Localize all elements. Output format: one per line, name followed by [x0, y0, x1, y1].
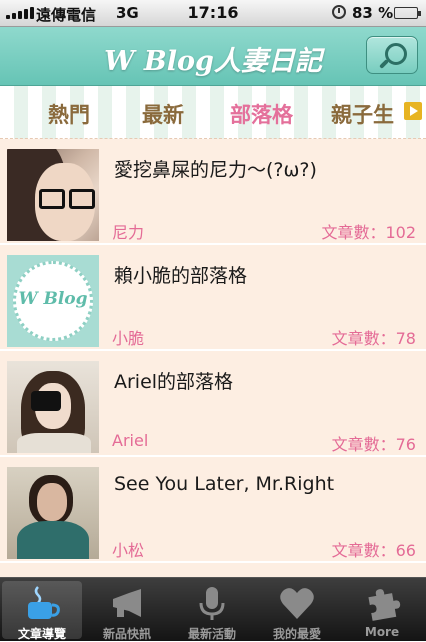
tabbar-more[interactable]: More [342, 581, 422, 639]
tabbar-label: 最新活動 [187, 627, 236, 641]
article-count: 文章數：102 [321, 223, 416, 242]
heart-icon [277, 585, 317, 623]
blog-list[interactable]: 愛挖鼻屎的尼力～(?ω?) 尼力 文章數：102 W Blog 賴小脆的部落格 … [0, 139, 426, 577]
thumbnail-logo-text: W Blog [18, 289, 88, 309]
blog-title: Ariel的部落格 [114, 371, 234, 393]
tabbar-article-guide[interactable]: 文章導覽 [2, 581, 82, 641]
battery-icon [394, 7, 421, 19]
blog-author: Ariel [112, 431, 149, 450]
microphone-icon [192, 585, 232, 623]
tabbar-label: 新品快訊 [102, 627, 151, 641]
blog-author: 小脆 [112, 329, 145, 348]
alarm-clock-icon [332, 5, 346, 19]
list-item[interactable]: 愛挖鼻屎的尼力～(?ω?) 尼力 文章數：102 [0, 139, 426, 245]
article-count: 文章數：78 [331, 329, 416, 348]
tabbar-new-products[interactable]: 新品快訊 [87, 581, 167, 641]
blog-author: 尼力 [112, 223, 145, 242]
tab-parenting[interactable]: 親子生 [331, 99, 394, 129]
blog-title: 賴小脆的部落格 [114, 265, 248, 287]
cup-icon [22, 585, 62, 623]
blog-author: 小松 [112, 541, 145, 560]
tab-hot[interactable]: 熱門 [48, 99, 90, 129]
category-tabs: 熱門 最新 部落格 親子生 [0, 86, 426, 139]
scroll-right-arrow-icon[interactable] [404, 102, 422, 120]
puzzle-icon [362, 585, 402, 623]
tabbar-label: More [364, 625, 400, 639]
tabbar-events[interactable]: 最新活動 [172, 581, 252, 641]
battery-percent: 83 % [352, 4, 394, 22]
megaphone-icon [107, 585, 147, 623]
status-bar: 遠傳電信 3G 17:16 83 % [0, 0, 426, 27]
tab-latest[interactable]: 最新 [142, 99, 184, 129]
tabbar-label: 我的最愛 [272, 627, 321, 641]
list-item[interactable]: W Blog 賴小脆的部落格 小脆 文章數：78 [0, 245, 426, 351]
blog-thumbnail [7, 467, 99, 559]
blog-thumbnail [7, 361, 99, 453]
app-title: W Blog人妻日記 [104, 46, 322, 77]
blog-thumbnail [7, 149, 99, 241]
list-item[interactable]: See You Later, Mr.Right 小松 文章數：66 [0, 457, 426, 563]
list-item[interactable]: Ariel的部落格 Ariel 文章數：76 [0, 351, 426, 457]
blog-title: See You Later, Mr.Right [114, 473, 335, 495]
tab-blog[interactable]: 部落格 [230, 99, 293, 129]
article-count: 文章數：76 [331, 435, 416, 454]
bottom-tab-bar: 文章導覽 新品快訊 最新活動 我的最愛 More [0, 577, 426, 641]
search-button[interactable] [366, 36, 418, 74]
app-header: W Blog人妻日記 [0, 27, 426, 86]
blog-thumbnail: W Blog [7, 255, 99, 347]
blog-title: 愛挖鼻屎的尼力～(?ω?) [114, 159, 317, 181]
tabbar-label: 文章導覽 [17, 627, 66, 641]
article-count: 文章數：66 [331, 541, 416, 560]
tabbar-favorites[interactable]: 我的最愛 [257, 581, 337, 641]
